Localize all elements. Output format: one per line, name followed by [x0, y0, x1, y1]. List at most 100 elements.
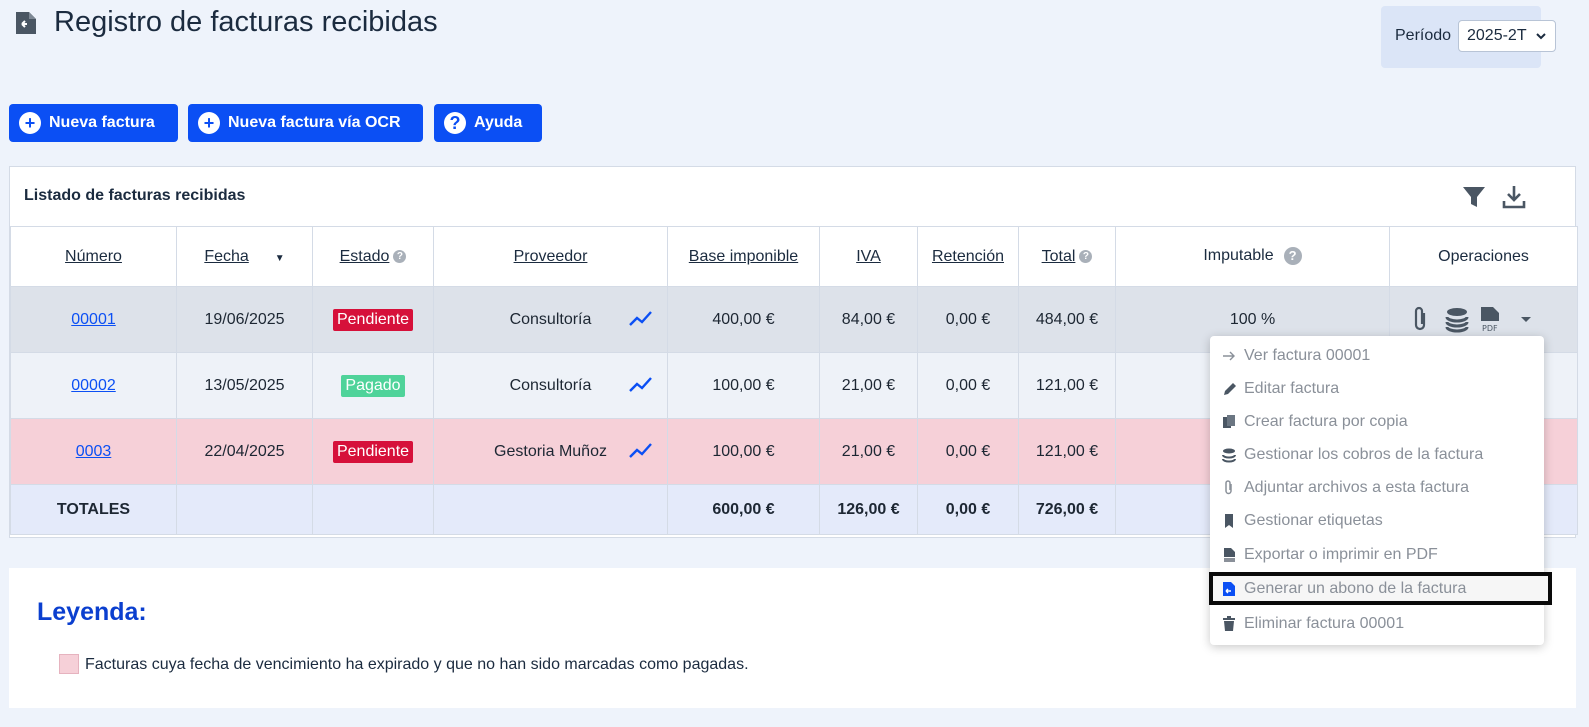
menu-item-label: Generar un abono de la factura: [1244, 579, 1467, 597]
menu-item-copy-invoice[interactable]: Crear factura por copia: [1210, 405, 1544, 438]
menu-item-delete-invoice[interactable]: Eliminar factura 00001: [1210, 607, 1544, 640]
totals-label: TOTALES: [10, 484, 177, 535]
col-fecha-label: Fecha: [204, 247, 249, 265]
new-invoice-label: Nueva factura: [49, 114, 155, 131]
invoice-number-link[interactable]: 00002: [71, 377, 116, 394]
menu-item-view-invoice[interactable]: Ver factura 00001: [1210, 339, 1544, 372]
menu-item-edit-invoice[interactable]: Editar factura: [1210, 372, 1544, 405]
cell-fecha: 22/04/2025: [176, 418, 313, 485]
col-estado-label: Estado: [339, 247, 390, 265]
col-total-label: Total: [1041, 247, 1076, 265]
cell-retencion: 0,00 €: [917, 352, 1019, 419]
invoice-number-link[interactable]: 0003: [76, 443, 112, 460]
col-numero-label: Número: [65, 247, 122, 265]
pdf-file-icon[interactable]: PDF: [1478, 305, 1504, 333]
cell-estado: Pagado: [312, 352, 434, 419]
bookmark-icon: [1225, 513, 1233, 528]
period-value: 2025-2T: [1467, 27, 1527, 44]
cell-numero[interactable]: 00001: [10, 286, 177, 353]
col-estado[interactable]: Estado?: [312, 226, 434, 287]
caret-down-icon[interactable]: [1518, 305, 1534, 333]
menu-item-export-pdf[interactable]: Exportar o imprimir en PDF: [1210, 538, 1544, 571]
cell-numero[interactable]: 00002: [10, 352, 177, 419]
plus-icon: +: [19, 112, 41, 134]
col-base[interactable]: Base imponible: [667, 226, 820, 287]
col-numero[interactable]: Número: [10, 226, 177, 287]
cell-proveedor: Consultoría: [433, 352, 668, 419]
col-proveedor[interactable]: Proveedor: [433, 226, 668, 287]
cell-numero[interactable]: 0003: [10, 418, 177, 485]
help-button[interactable]: ? Ayuda: [434, 104, 542, 142]
plus-icon: +: [198, 112, 220, 134]
cell-total: 121,00 €: [1018, 352, 1116, 419]
menu-item-manage-tags[interactable]: Gestionar etiquetas: [1210, 504, 1544, 537]
provider-name: Gestoria Muñoz: [494, 442, 607, 460]
totals-iva: 126,00 €: [819, 484, 918, 535]
info-icon[interactable]: ?: [393, 249, 407, 263]
period-select[interactable]: 2025-2T: [1458, 20, 1556, 52]
list-title: Listado de facturas recibidas: [24, 187, 246, 204]
col-iva[interactable]: IVA: [819, 226, 918, 287]
menu-item-label: Gestionar los cobros de la factura: [1244, 445, 1484, 463]
menu-item-label: Editar factura: [1244, 379, 1340, 397]
period-label: Período: [1395, 27, 1452, 44]
overdue-color-swatch: [59, 654, 79, 674]
col-imputable-label: Imputable: [1203, 247, 1274, 265]
page-header: Registro de facturas recibidas Período 2…: [0, 0, 1589, 90]
cell-fecha: 19/06/2025: [176, 286, 313, 353]
invoice-number-link[interactable]: 00001: [71, 311, 116, 328]
coins-icon: [1222, 448, 1236, 462]
col-operaciones-label: Operaciones: [1438, 247, 1529, 265]
table-header-row: Número Fecha ▼ Estado? Proveedor Base imp…: [10, 226, 1578, 287]
chevron-down-icon: [1536, 33, 1546, 40]
menu-item-attach-files[interactable]: Adjuntar archivos a esta factura: [1210, 471, 1544, 504]
cell-base: 100,00 €: [667, 418, 820, 485]
pencil-icon: [1224, 382, 1236, 395]
menu-item-label: Gestionar etiquetas: [1244, 511, 1383, 529]
menu-item-label: Exportar o imprimir en PDF: [1244, 545, 1438, 563]
svg-text:PDF: PDF: [1482, 324, 1498, 333]
filter-icon[interactable]: [1460, 183, 1488, 211]
new-invoice-ocr-button[interactable]: + Nueva factura vía OCR: [188, 104, 423, 142]
totals-retencion: 0,00 €: [917, 484, 1019, 535]
cell-proveedor: Gestoria Muñoz: [433, 418, 668, 485]
trend-chart-icon[interactable]: [629, 375, 653, 393]
col-base-label: Base imponible: [688, 247, 799, 265]
provider-name: Consultoría: [509, 376, 592, 394]
status-badge: Pagado: [341, 374, 405, 397]
cell-retencion: 0,00 €: [917, 418, 1019, 485]
new-invoice-button[interactable]: + Nueva factura: [9, 104, 178, 142]
menu-item-generate-credit-note[interactable]: Generar un abono de la factura: [1209, 572, 1552, 605]
trend-chart-icon[interactable]: [629, 441, 653, 459]
cell-base: 100,00 €: [667, 352, 820, 419]
totals-base: 600,00 €: [667, 484, 820, 535]
arrow-right-icon: [1223, 351, 1235, 360]
menu-item-label: Eliminar factura 00001: [1244, 614, 1405, 632]
cell-total: 484,00 €: [1018, 286, 1116, 353]
col-imputable: Imputable?: [1115, 226, 1390, 287]
sort-desc-icon: ▼: [274, 252, 285, 264]
info-icon[interactable]: ?: [1283, 247, 1302, 266]
col-retencion[interactable]: Retención: [917, 226, 1019, 287]
paperclip-icon[interactable]: [1408, 305, 1434, 333]
col-retencion-label: Retención: [931, 247, 1005, 265]
info-icon[interactable]: ?: [1079, 249, 1093, 263]
page-title: Registro de facturas recibidas: [54, 6, 438, 38]
cell-estado: Pendiente: [312, 286, 434, 353]
cell-iva: 21,00 €: [819, 418, 918, 485]
col-fecha[interactable]: Fecha ▼: [176, 226, 313, 287]
download-icon[interactable]: [1500, 183, 1528, 211]
trash-icon: [1223, 615, 1235, 631]
cell-iva: 84,00 €: [819, 286, 918, 353]
trend-chart-icon[interactable]: [629, 309, 653, 327]
col-operaciones: Operaciones: [1389, 226, 1578, 287]
status-badge: Pendiente: [332, 308, 414, 331]
cell-retencion: 0,00 €: [917, 286, 1019, 353]
col-proveedor-label: Proveedor: [513, 247, 588, 265]
status-badge: Pendiente: [332, 440, 414, 463]
copy-icon: [1223, 414, 1235, 428]
col-total[interactable]: Total?: [1018, 226, 1116, 287]
coins-stack-icon[interactable]: [1444, 305, 1470, 333]
paperclip-icon: [1225, 479, 1232, 494]
menu-item-manage-payments[interactable]: Gestionar los cobros de la factura: [1210, 438, 1544, 471]
